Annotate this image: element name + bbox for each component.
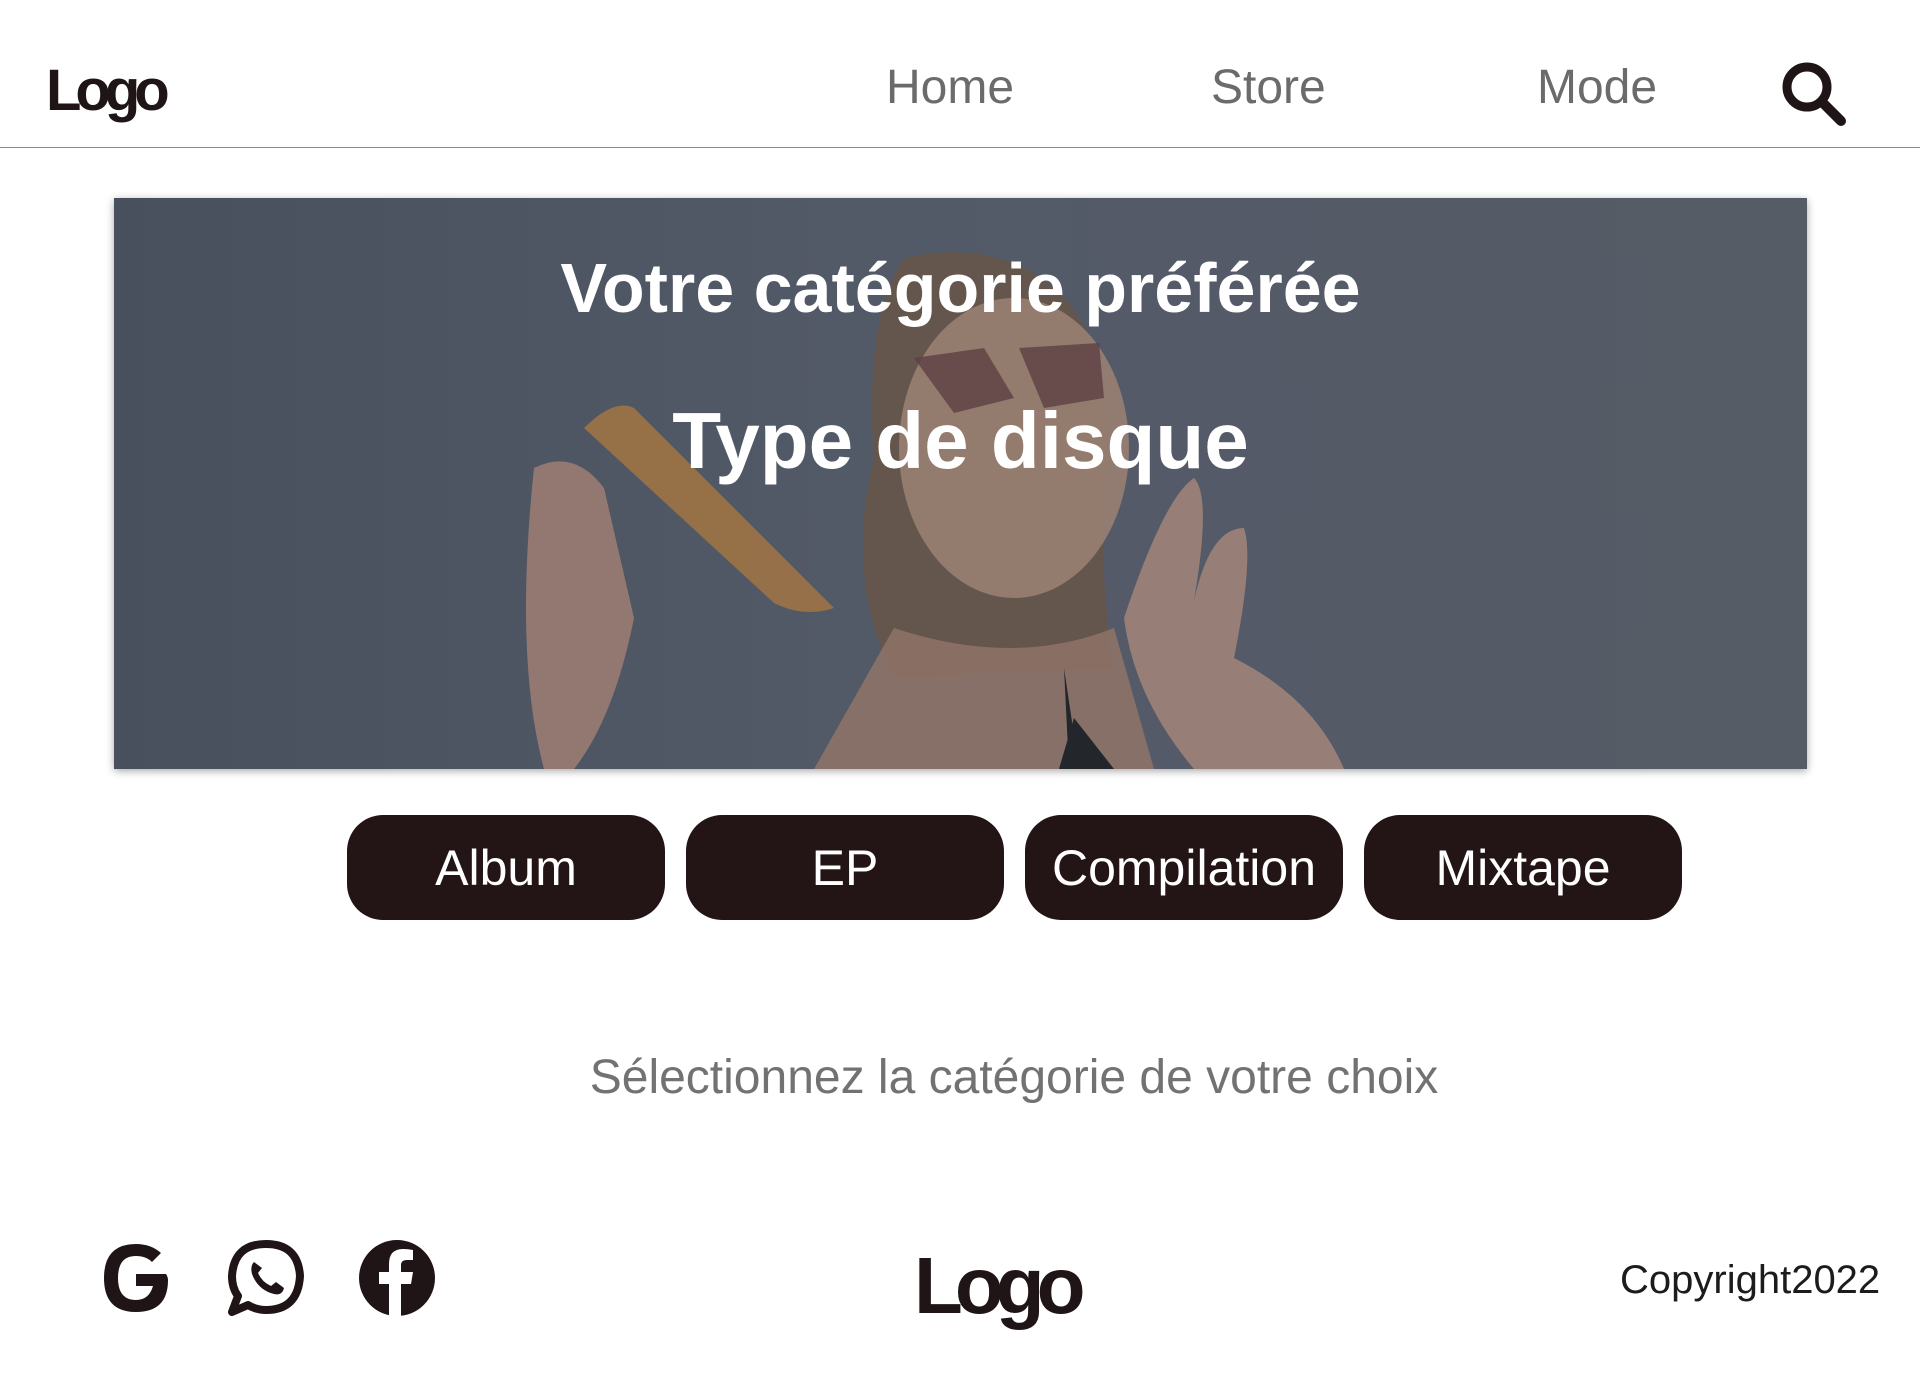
- copyright-text: Copyright2022: [1620, 1258, 1881, 1302]
- site-header: Logo Home Store Mode: [0, 0, 1920, 148]
- search-icon: [1782, 62, 1846, 126]
- nav-link-mode[interactable]: Mode: [1537, 64, 1657, 112]
- header-logo[interactable]: Logo: [46, 62, 170, 120]
- page: Logo Home Store Mode Votre catégorie pré…: [0, 0, 1920, 1380]
- hero-banner: Votre catégorie préférée Type de disque: [114, 198, 1807, 769]
- google-icon: [104, 1244, 168, 1312]
- facebook-link[interactable]: [357, 1238, 437, 1318]
- hero-subtitle-wrap: Type de disque: [114, 198, 1807, 769]
- hero-subtitle: Type de disque: [672, 396, 1249, 485]
- category-button-mixtape[interactable]: Mixtape: [1364, 815, 1682, 920]
- search-button[interactable]: [1778, 58, 1848, 128]
- category-button-compilation[interactable]: Compilation: [1025, 815, 1343, 920]
- facebook-icon: [359, 1240, 435, 1316]
- helper-text: Sélectionnez la catégorie de votre choix: [589, 1051, 1439, 1104]
- whatsapp-icon: [228, 1240, 304, 1316]
- whatsapp-link[interactable]: [226, 1238, 306, 1318]
- nav-link-store[interactable]: Store: [1211, 64, 1326, 112]
- footer-logo[interactable]: Logo: [914, 1246, 1085, 1326]
- category-button-album[interactable]: Album: [347, 815, 665, 920]
- nav-link-home[interactable]: Home: [886, 64, 1014, 112]
- google-link[interactable]: [96, 1238, 176, 1318]
- category-button-ep[interactable]: EP: [686, 815, 1004, 920]
